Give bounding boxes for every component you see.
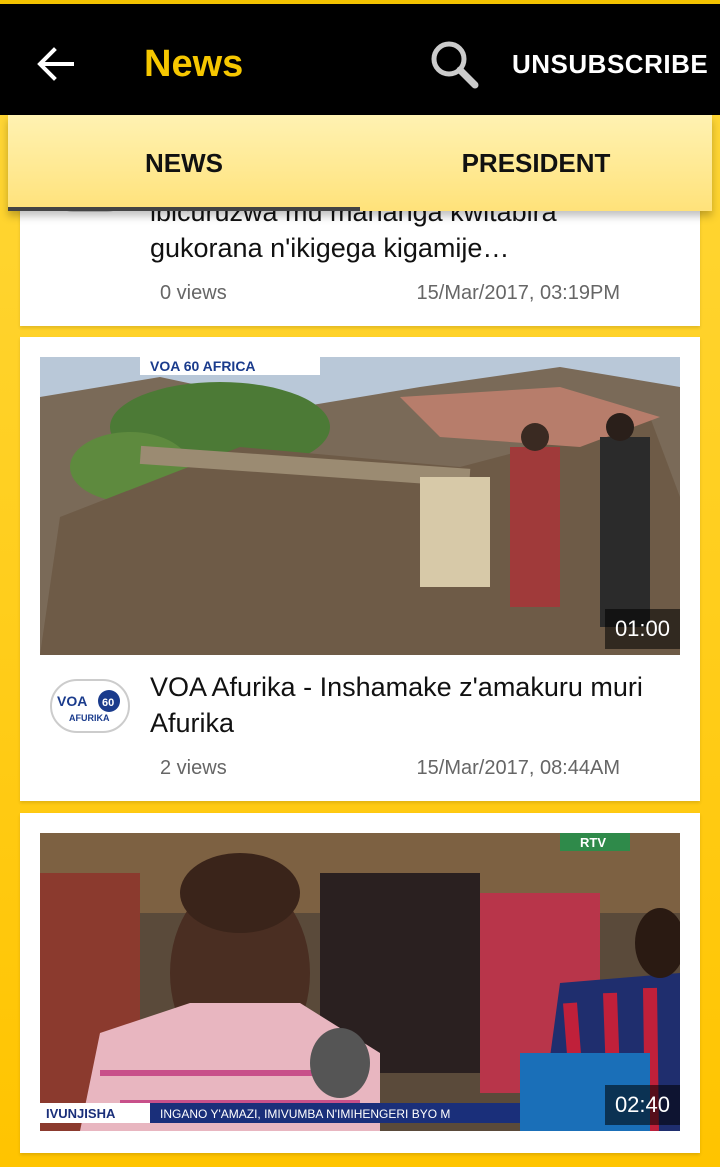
search-button[interactable] bbox=[424, 34, 484, 94]
tab-bar: NEWS PRESIDENT bbox=[8, 115, 712, 211]
thumbnail-overlay-text: VOA 60 AFRICA bbox=[150, 358, 256, 374]
video-duration: 01:00 bbox=[604, 609, 680, 649]
app-bar: News UNSUBSCRIBE bbox=[0, 0, 720, 115]
svg-text:60: 60 bbox=[102, 697, 114, 709]
channel-avatar: VOA 60 AFURIKA bbox=[50, 679, 130, 733]
video-views: 2 views bbox=[160, 757, 227, 779]
tab-news[interactable]: NEWS bbox=[8, 115, 360, 211]
video-card[interactable]: IVUNJISHA INGANO Y'AMAZI, IMIVUMBA N'IMI… bbox=[20, 813, 700, 1153]
video-thumbnail[interactable]: VOA 60 AFRICA 01:00 bbox=[40, 357, 680, 655]
tab-president[interactable]: PRESIDENT bbox=[360, 115, 712, 211]
thumbnail-image: VOA 60 AFRICA bbox=[40, 357, 680, 655]
thumbnail-image: IVUNJISHA INGANO Y'AMAZI, IMIVUMBA N'IMI… bbox=[40, 833, 680, 1131]
back-arrow-icon bbox=[37, 47, 74, 81]
svg-text:AFURIKA: AFURIKA bbox=[69, 713, 110, 723]
ticker-text: INGANO Y'AMAZI, IMIVUMBA N'IMIHENGERI BY… bbox=[160, 1107, 450, 1121]
page-title: News bbox=[144, 43, 244, 85]
video-duration: 02:40 bbox=[604, 1085, 680, 1125]
video-date: 15/Mar/2017, 08:44AM bbox=[416, 757, 620, 779]
video-card[interactable]: VOA 60 AFRICA 01:00 VOA 60 AFURIKA VOA A… bbox=[20, 337, 700, 801]
ticker-label: IVUNJISHA bbox=[46, 1106, 116, 1121]
unsubscribe-button[interactable]: UNSUBSCRIBE bbox=[512, 44, 708, 84]
video-date: 15/Mar/2017, 03:19PM bbox=[416, 282, 620, 304]
search-icon bbox=[431, 41, 479, 89]
channel-watermark: RTV bbox=[580, 835, 606, 850]
voa-logo-icon: VOA 60 AFURIKA bbox=[57, 690, 120, 723]
back-button[interactable] bbox=[30, 40, 82, 88]
svg-text:VOA: VOA bbox=[57, 693, 87, 709]
tab-selected-indicator bbox=[8, 207, 360, 211]
video-title: VOA Afurika - Inshamake z'amakuru muri A… bbox=[150, 672, 643, 738]
video-thumbnail[interactable]: IVUNJISHA INGANO Y'AMAZI, IMIVUMBA N'IMI… bbox=[40, 833, 680, 1131]
video-views: 0 views bbox=[160, 282, 227, 304]
